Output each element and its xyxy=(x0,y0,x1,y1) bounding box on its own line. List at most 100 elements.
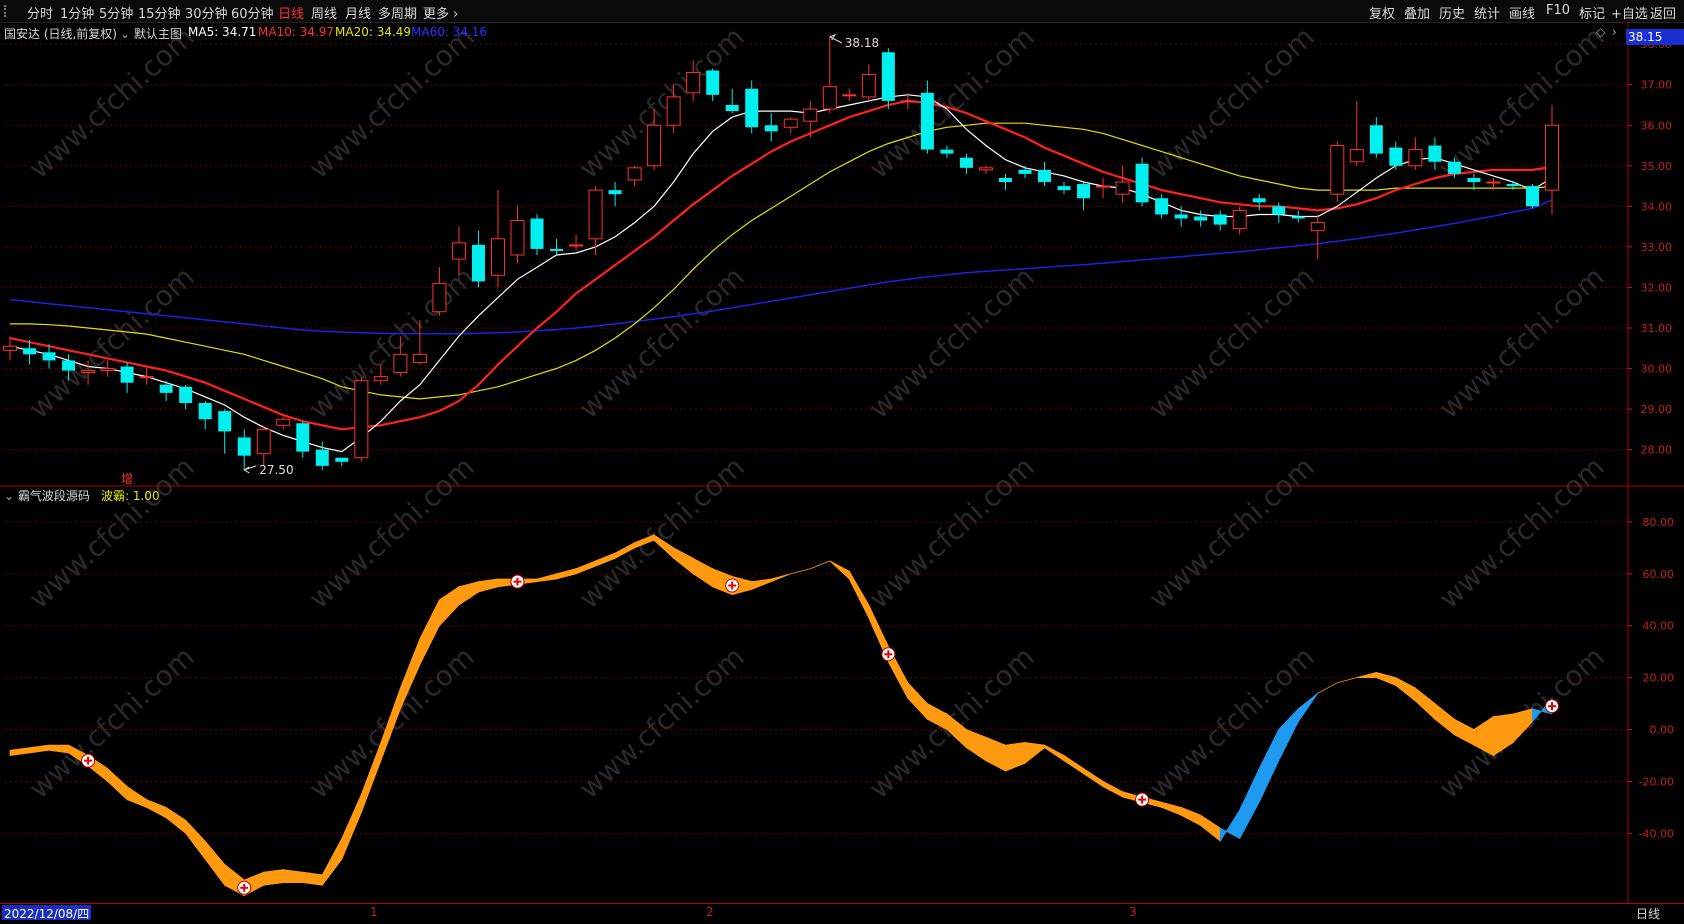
candlesticks xyxy=(3,36,1559,470)
candle xyxy=(276,417,291,430)
oscillator-band xyxy=(1297,692,1319,723)
candle xyxy=(959,153,973,174)
candle xyxy=(1232,206,1247,235)
stock-title: 国安达 (日线,前复权) xyxy=(4,27,117,41)
candle-body xyxy=(42,352,56,361)
template-selector[interactable]: ⌄ 默认主图 xyxy=(120,25,182,42)
candle-body xyxy=(451,242,466,260)
candle xyxy=(471,230,485,288)
buy-signal-icon xyxy=(81,753,96,768)
candle-body xyxy=(550,248,564,251)
buy-signal-icon xyxy=(1135,792,1150,807)
watermark-text: www.cfchi.com xyxy=(303,20,481,185)
candle-body xyxy=(510,220,525,256)
oscillator-band xyxy=(185,819,206,861)
price-tick-label: 36.00 xyxy=(1641,119,1673,132)
candle-body xyxy=(1018,169,1032,174)
candle-body xyxy=(764,125,778,132)
candle xyxy=(1155,194,1169,219)
candle-body xyxy=(1096,185,1111,188)
candle-body xyxy=(1213,214,1227,225)
candle xyxy=(1038,161,1052,187)
period-indicator[interactable]: 日线 xyxy=(1636,905,1660,922)
candle-body xyxy=(1428,145,1442,162)
candle-body xyxy=(1291,216,1305,219)
candle-body xyxy=(1077,184,1091,199)
oscillator-band xyxy=(126,785,148,808)
candle xyxy=(1115,165,1130,203)
indicator-selector[interactable]: ⌄ 霸气波段源码 xyxy=(4,487,90,504)
candle-body xyxy=(959,157,973,168)
candle-body xyxy=(198,402,212,420)
candle xyxy=(861,64,876,101)
price-tick-label: 30.00 xyxy=(1641,363,1673,376)
candle-body xyxy=(315,449,329,466)
high-price-label: 38.18 xyxy=(845,36,879,50)
price-tick-label: 34.00 xyxy=(1641,200,1673,213)
high-pointer xyxy=(829,36,843,44)
candle-body xyxy=(1447,161,1461,174)
buy-signal-icon xyxy=(237,880,252,895)
ma5-label: MA5: 34.71 xyxy=(188,25,257,39)
oscillator-band xyxy=(751,578,772,590)
candle-body xyxy=(1467,177,1481,183)
low-arrow-icon xyxy=(243,466,250,474)
candle-body xyxy=(23,348,37,355)
oscillator-band xyxy=(1434,702,1455,736)
candle xyxy=(1545,104,1559,215)
cursor-date: 2022/12/08/四 xyxy=(2,905,92,921)
price-tick-label: 29.00 xyxy=(1641,403,1673,416)
candle-body xyxy=(256,428,271,455)
watermark-text: www.cfchi.com xyxy=(23,260,201,425)
oscillator-band xyxy=(829,560,850,580)
candle-body xyxy=(998,177,1012,183)
candle xyxy=(179,384,193,410)
watermark-text: www.cfchi.com xyxy=(573,260,751,425)
candle xyxy=(296,421,310,458)
candle-body xyxy=(861,74,876,98)
candle-body xyxy=(490,238,505,276)
oscillator-band xyxy=(1454,718,1475,746)
oscillator-band xyxy=(419,599,440,665)
oscillator-band xyxy=(1415,687,1436,721)
candle-body xyxy=(1252,198,1266,203)
chart-canvas[interactable]: www.cfchi.com www.cfchi.com www.cfchi.com w… xyxy=(0,0,1684,923)
candle-body xyxy=(296,423,310,452)
oscillator-band xyxy=(1044,744,1065,762)
oscillator-band xyxy=(536,573,557,583)
candle-body xyxy=(1232,209,1247,230)
indicator-tick-label: 60.00 xyxy=(1643,568,1675,581)
buy-signal-icon xyxy=(881,647,896,662)
oscillator xyxy=(9,534,1559,897)
chevron-down-icon: ⌄ xyxy=(4,489,15,503)
indicator-value: 波霸: 1.00 xyxy=(101,489,160,503)
watermark-text: www.cfchi.com xyxy=(23,450,201,615)
oscillator-band xyxy=(282,869,304,883)
candle-body xyxy=(725,104,739,112)
watermark-text: www.cfchi.com xyxy=(1433,450,1611,615)
increase-marker: 增 xyxy=(121,472,133,486)
candle-body xyxy=(393,353,408,374)
candle-body xyxy=(62,360,76,371)
price-tick-label: 33.00 xyxy=(1641,241,1673,254)
oscillator-band xyxy=(341,794,362,860)
candle xyxy=(1096,177,1111,199)
candle-body xyxy=(1038,169,1052,183)
chevron-down-icon: ⌄ xyxy=(120,27,131,41)
low-price-label: 27.50 xyxy=(259,463,293,477)
candle-body xyxy=(881,52,895,101)
diamond-icon[interactable]: ◇ xyxy=(1596,25,1605,39)
candle xyxy=(237,429,251,470)
oscillator-band xyxy=(1258,729,1280,803)
y-axis: 38.0037.0036.0035.0034.0033.0032.0031.00… xyxy=(1628,38,1674,840)
candle xyxy=(783,117,798,134)
month-label-3: 3 xyxy=(1129,905,1137,919)
candle xyxy=(842,88,857,101)
oscillator-band xyxy=(1083,767,1104,788)
chevron-right-icon[interactable]: › xyxy=(1612,25,1617,39)
oscillator-band xyxy=(321,838,343,887)
oscillator-band xyxy=(985,736,1006,772)
oscillator-band xyxy=(1337,677,1357,684)
candle xyxy=(1408,137,1423,170)
candle-body xyxy=(920,92,934,150)
